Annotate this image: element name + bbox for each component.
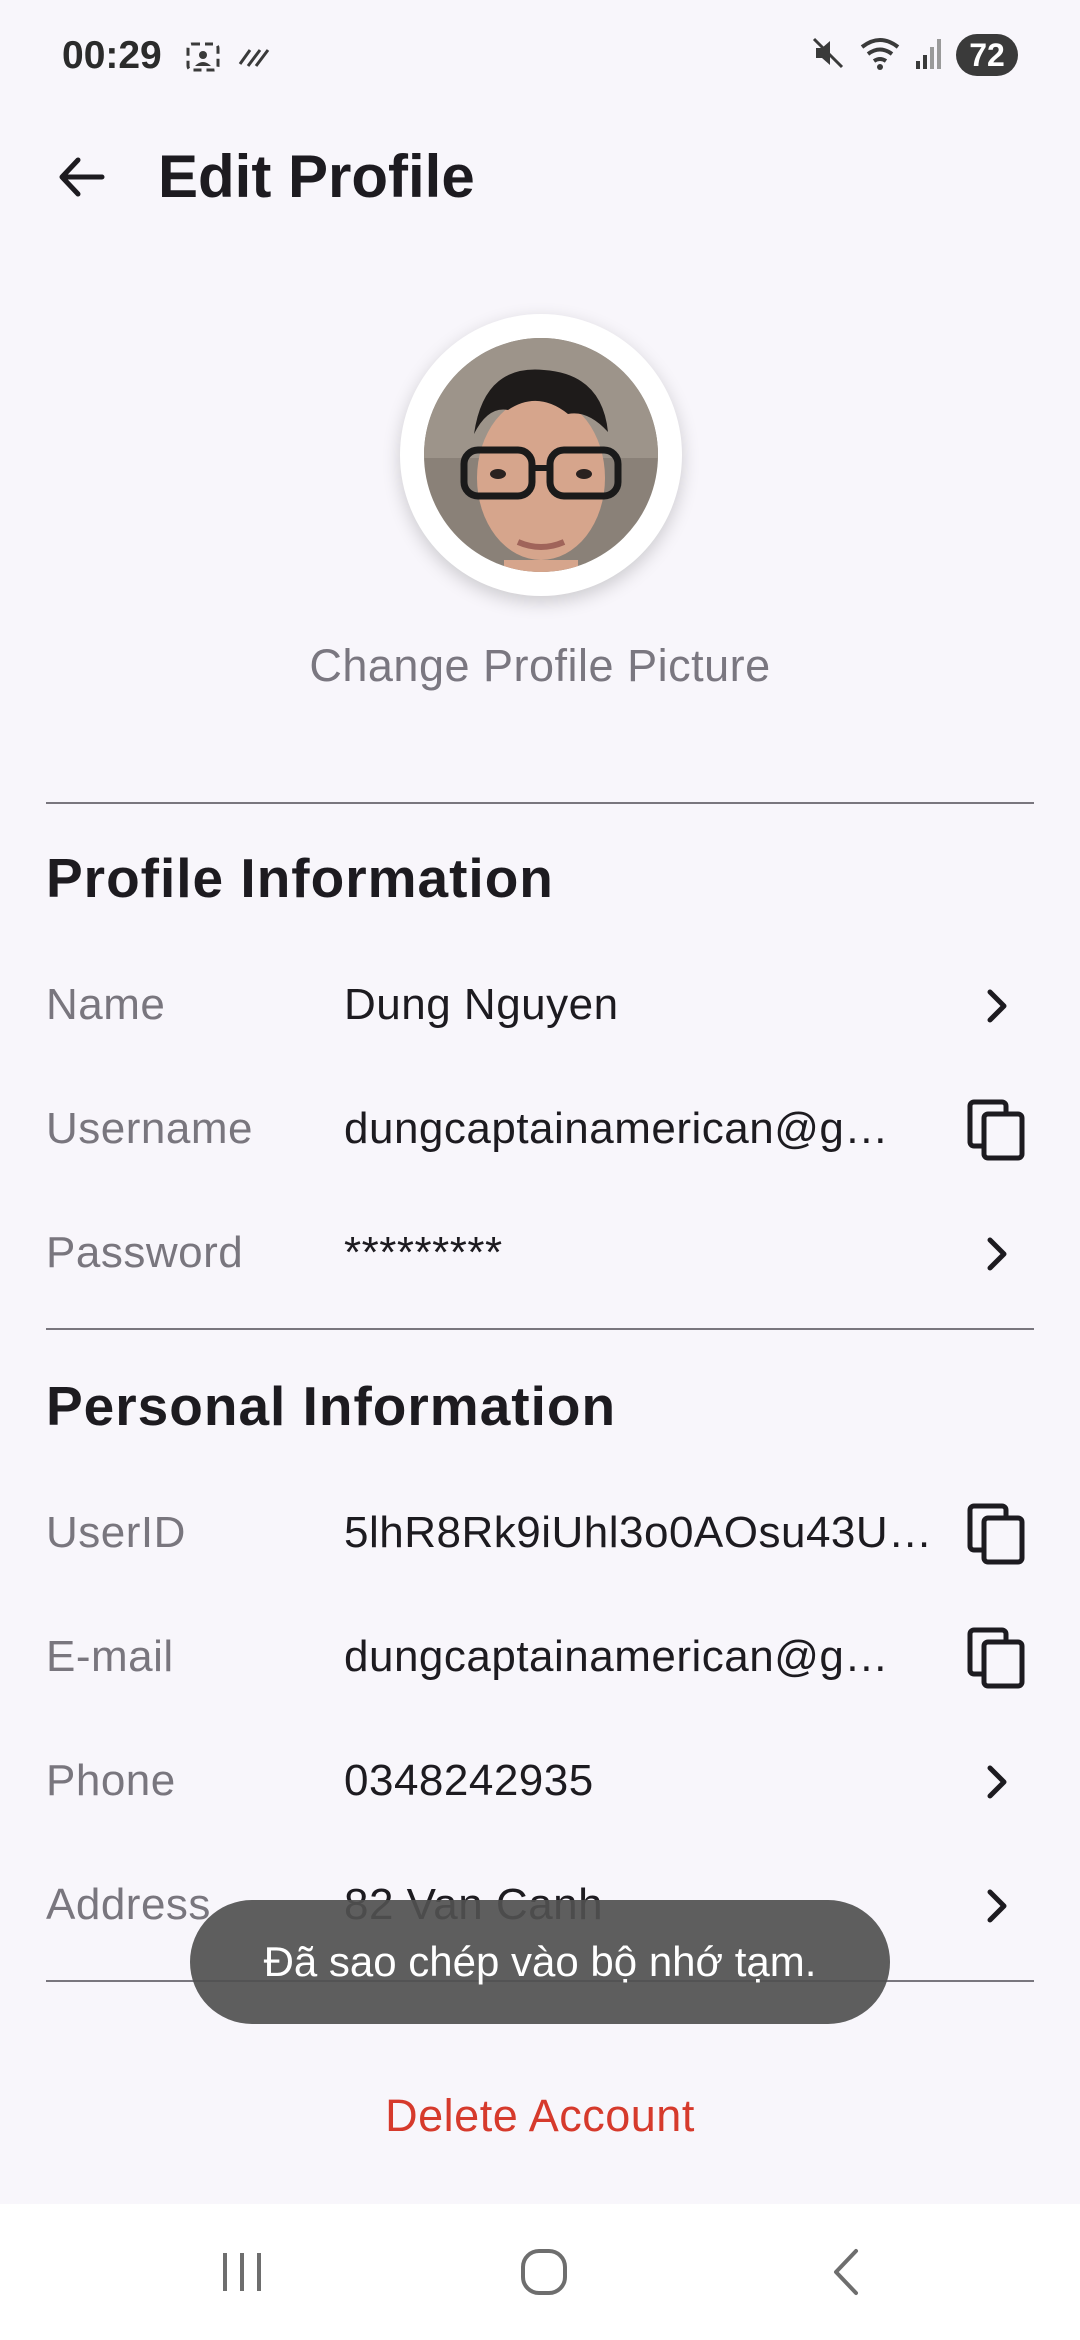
screenshot-icon [184,38,222,81]
row-label: Address [46,1880,211,1929]
system-nav-bar [0,2204,1080,2340]
row-label: UserID [46,1508,186,1557]
chevron-right-icon[interactable] [958,968,1034,1044]
home-button[interactable] [484,2236,604,2308]
row-value: dungcaptainamerican@g… [344,1632,889,1681]
chevron-right-icon[interactable] [958,1868,1034,1944]
row-value: dungcaptainamerican@g… [344,1104,889,1153]
status-notification-icons [184,38,272,81]
row-label: Name [46,980,166,1029]
row-name[interactable]: Name Dung Nguyen [46,944,1034,1068]
row-label: Username [46,1104,253,1153]
section-title-personal: Personal Information [46,1375,617,1437]
copy-icon[interactable] [958,1620,1034,1696]
row-email: E-mail dungcaptainamerican@g… [46,1596,1034,1720]
status-system-icons: 72 [810,34,1018,76]
row-value: 0348242935 [344,1756,594,1805]
row-label: Password [46,1228,244,1277]
row-phone[interactable]: Phone 0348242935 [46,1720,1034,1844]
home-icon [521,2249,567,2295]
arrow-left-icon [59,157,105,197]
mute-icon [810,35,846,76]
divider [46,802,1034,804]
row-label: E-mail [46,1632,174,1681]
wifi-icon [858,35,902,76]
divider [46,1328,1034,1330]
status-time: 00:29 [62,34,162,77]
section-title-profile: Profile Information [46,847,554,909]
row-value: 5lhR8Rk9iUhl3o0AOsu43U… [344,1508,933,1557]
recent-apps-button[interactable] [182,2236,302,2308]
page-title: Edit Profile [158,143,475,210]
row-label: Phone [46,1756,176,1805]
row-value: ********* [344,1228,503,1277]
toast-message: Đã sao chép vào bộ nhớ tạm. [190,1900,890,2024]
battery-indicator: 72 [956,34,1018,76]
row-value: Dung Nguyen [344,980,619,1029]
chevron-right-icon[interactable] [958,1744,1034,1820]
status-bar: 00:29 72 [0,0,1080,112]
copy-icon[interactable] [958,1496,1034,1572]
delete-account-button[interactable]: Delete Account [0,2090,1080,2142]
signal-icon [914,35,944,76]
profile-picture[interactable] [400,314,682,596]
app-bar: Edit Profile [0,112,1080,242]
back-button[interactable] [46,142,116,212]
chevron-right-icon[interactable] [958,1216,1034,1292]
copy-icon[interactable] [958,1092,1034,1168]
avatar [424,338,658,572]
row-username: Username dungcaptainamerican@g… [46,1068,1034,1192]
row-password[interactable]: Password ********* [46,1192,1034,1316]
row-userid: UserID 5lhR8Rk9iUhl3o0AOsu43U… [46,1472,1034,1596]
wifi-data-icon [236,38,272,81]
system-back-button[interactable] [786,2236,906,2308]
change-profile-picture-link[interactable]: Change Profile Picture [0,640,1080,692]
chevron-left-icon [834,2249,858,2295]
recents-icon [223,2253,261,2291]
